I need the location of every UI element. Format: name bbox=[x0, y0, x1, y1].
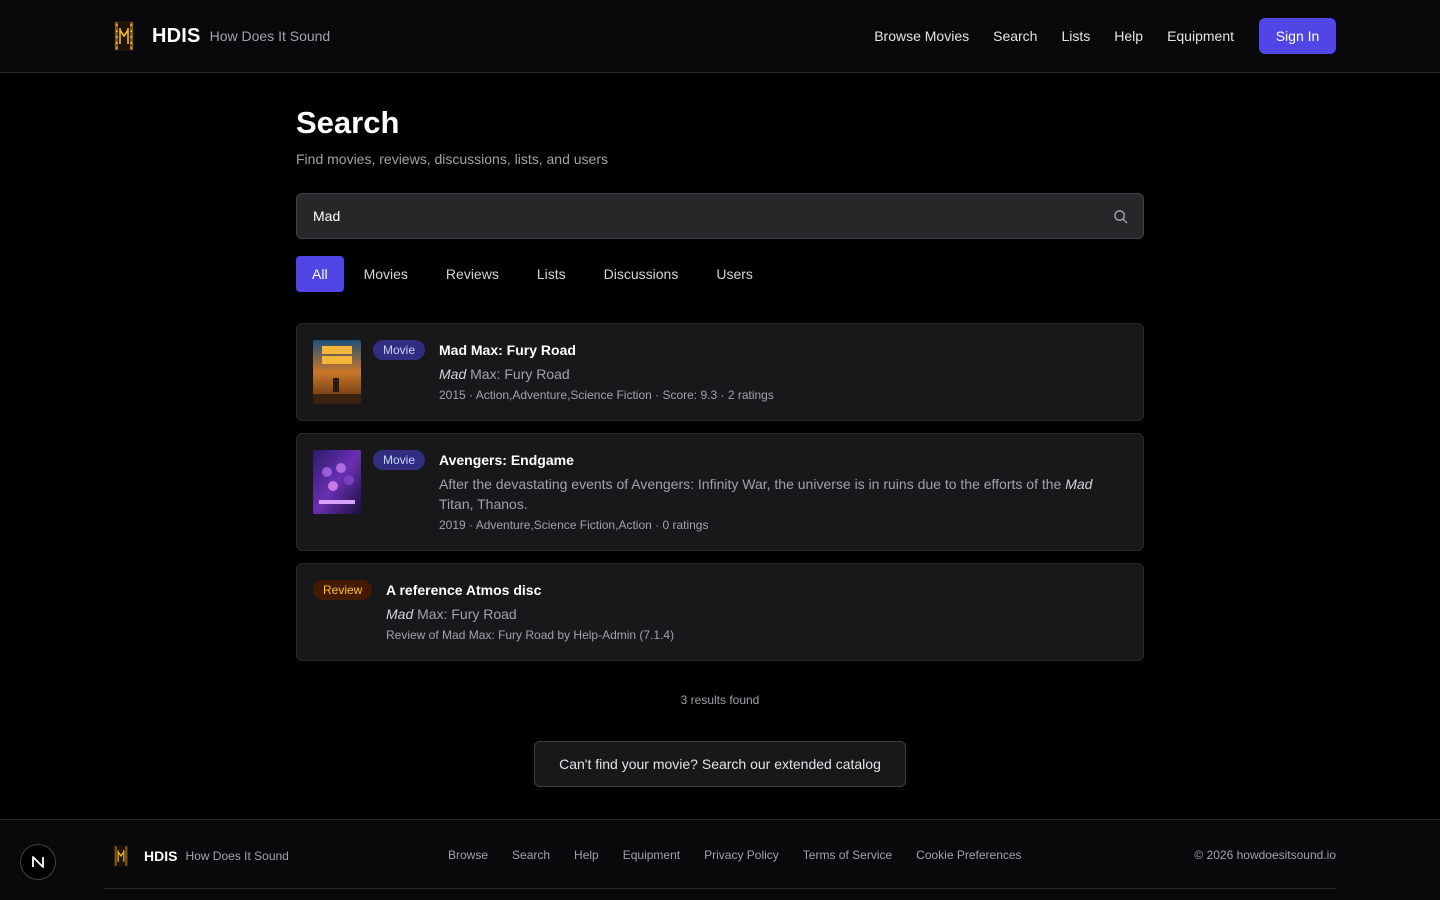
snippet-text: Titan, Thanos. bbox=[439, 496, 528, 512]
result-body: Mad Max: Fury Road Mad Max: Fury Road 20… bbox=[439, 341, 1119, 404]
movie-poster-image bbox=[313, 340, 361, 404]
search-results: Movie Mad Max: Fury Road Mad Max: Fury R… bbox=[296, 323, 1144, 673]
brand-home-link[interactable]: HDIS How Does It Sound bbox=[114, 20, 330, 52]
nav-browse-movies[interactable]: Browse Movies bbox=[874, 28, 969, 44]
letter-n-icon bbox=[32, 856, 44, 868]
snippet-highlight: Mad bbox=[439, 366, 467, 382]
result-snippet: Mad Max: Fury Road bbox=[386, 604, 1119, 624]
movie-poster-image bbox=[313, 450, 361, 514]
tab-users[interactable]: Users bbox=[698, 256, 771, 292]
result-title[interactable]: A reference Atmos disc bbox=[386, 581, 1119, 599]
footer-brand-link[interactable]: HDIS How Does It Sound bbox=[114, 844, 289, 868]
nav-lists[interactable]: Lists bbox=[1061, 28, 1090, 44]
result-card[interactable]: Movie Mad Max: Fury Road Mad Max: Fury R… bbox=[296, 323, 1144, 421]
film-strip-logo-icon bbox=[114, 845, 128, 867]
snippet-highlight: Mad bbox=[386, 606, 414, 622]
tab-reviews[interactable]: Reviews bbox=[428, 256, 517, 292]
snippet-text: After the devastating events of Avengers… bbox=[439, 476, 1066, 492]
result-card[interactable]: Review A reference Atmos disc Mad Max: F… bbox=[296, 563, 1144, 661]
result-snippet: After the devastating events of Avengers… bbox=[439, 474, 1119, 514]
footer-link-cookie-preferences[interactable]: Cookie Preferences bbox=[916, 848, 1021, 862]
page-title: Search bbox=[296, 105, 400, 140]
result-meta: 2015 · Action,Adventure,Science Fiction … bbox=[439, 388, 774, 402]
results-count: 3 results found bbox=[680, 693, 760, 707]
extended-catalog-button[interactable]: Can't find your movie? Search our extend… bbox=[534, 741, 906, 787]
result-meta: 2019 · Adventure,Science Fiction,Action … bbox=[439, 518, 709, 532]
result-body: Avengers: Endgame After the devastating … bbox=[439, 451, 1119, 534]
result-snippet: Mad Max: Fury Road bbox=[439, 364, 1119, 384]
footer-link-help[interactable]: Help bbox=[574, 848, 599, 862]
snippet-text: Max: Fury Road bbox=[413, 606, 517, 622]
main-nav: Browse Movies Search Lists Help Equipmen… bbox=[874, 18, 1336, 54]
footer-link-equipment[interactable]: Equipment bbox=[623, 848, 680, 862]
next-dev-indicator-icon[interactable] bbox=[20, 844, 56, 880]
footer-link-search[interactable]: Search bbox=[512, 848, 550, 862]
search-icon[interactable] bbox=[1113, 209, 1128, 224]
result-filter-tabs: All Movies Reviews Lists Discussions Use… bbox=[296, 256, 773, 292]
result-title[interactable]: Avengers: Endgame bbox=[439, 451, 1119, 469]
footer-link-privacy-policy[interactable]: Privacy Policy bbox=[704, 848, 779, 862]
brand-name: HDIS bbox=[152, 24, 201, 47]
tab-lists[interactable]: Lists bbox=[519, 256, 584, 292]
page-subtitle: Find movies, reviews, discussions, lists… bbox=[296, 151, 608, 167]
tab-all[interactable]: All bbox=[296, 256, 344, 292]
search-input[interactable] bbox=[313, 194, 1093, 238]
sign-in-button[interactable]: Sign In bbox=[1259, 18, 1336, 54]
nav-help[interactable]: Help bbox=[1114, 28, 1143, 44]
result-body: A reference Atmos disc Mad Max: Fury Roa… bbox=[386, 581, 1119, 644]
film-strip-logo-icon bbox=[114, 21, 134, 51]
footer-link-browse[interactable]: Browse bbox=[448, 848, 488, 862]
result-type-badge: Movie bbox=[373, 340, 426, 360]
copyright-text: © 2026 howdoesitsound.io bbox=[1194, 848, 1336, 862]
footer-brand-name: HDIS bbox=[144, 848, 178, 864]
nav-equipment[interactable]: Equipment bbox=[1167, 28, 1234, 44]
nav-search[interactable]: Search bbox=[993, 28, 1037, 44]
footer-divider bbox=[104, 888, 1336, 889]
result-title[interactable]: Mad Max: Fury Road bbox=[439, 341, 1119, 359]
result-type-badge: Review bbox=[313, 580, 373, 600]
footer-links: Browse Search Help Equipment Privacy Pol… bbox=[448, 848, 1046, 862]
snippet-highlight: Mad bbox=[1065, 476, 1093, 492]
snippet-text: Max: Fury Road bbox=[466, 366, 570, 382]
tab-movies[interactable]: Movies bbox=[346, 256, 426, 292]
footer-brand-tagline: How Does It Sound bbox=[185, 849, 289, 863]
footer-link-terms-of-service[interactable]: Terms of Service bbox=[803, 848, 892, 862]
result-card[interactable]: Movie Avengers: Endgame After the devast… bbox=[296, 433, 1144, 551]
brand-tagline: How Does It Sound bbox=[209, 28, 331, 44]
site-footer: HDIS How Does It Sound Browse Search Hel… bbox=[0, 819, 1440, 900]
site-header: HDIS How Does It Sound Browse Movies Sea… bbox=[0, 0, 1440, 73]
search-box bbox=[296, 193, 1144, 239]
result-type-badge: Movie bbox=[373, 450, 426, 470]
tab-discussions[interactable]: Discussions bbox=[586, 256, 697, 292]
result-meta: Review of Mad Max: Fury Road by Help-Adm… bbox=[386, 628, 675, 642]
